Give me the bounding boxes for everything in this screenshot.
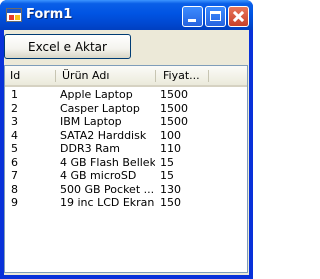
- maximize-icon: [210, 11, 221, 21]
- item-price: 100: [160, 128, 181, 142]
- item-price: 1500: [160, 88, 188, 101]
- item-id: 3: [11, 115, 18, 128]
- item-price: 150: [160, 196, 181, 209]
- item-price: 1500: [160, 115, 188, 128]
- column-divider[interactable]: [155, 70, 156, 82]
- list-item[interactable]: 9 19 inc LCD Ekran 150: [5, 196, 247, 210]
- list-item[interactable]: 7 4 GB microSD 15: [5, 169, 247, 183]
- item-id: 6: [11, 155, 18, 169]
- column-divider[interactable]: [208, 70, 209, 82]
- column-header-id[interactable]: Id: [5, 66, 55, 85]
- item-id: 8: [11, 182, 18, 196]
- item-price: 15: [160, 155, 174, 169]
- item-id: 1: [11, 88, 18, 101]
- window-bottom-border[interactable]: [0, 275, 253, 279]
- title-bar[interactable]: Form1: [0, 0, 253, 30]
- list-rows: 1 Apple Laptop 1500 2 Casper Laptop 1500…: [5, 88, 247, 210]
- item-name: Apple Laptop: [60, 88, 133, 101]
- list-header: Id Ürün Adı Fiyat...: [5, 66, 247, 87]
- list-item[interactable]: 5 DDR3 Ram 110: [5, 142, 247, 156]
- maximize-button[interactable]: [205, 6, 226, 27]
- column-header-product-name[interactable]: Ürün Adı: [57, 66, 155, 85]
- item-name: 19 inc LCD Ekran: [60, 196, 155, 209]
- app-window: Form1 Excel e Aktar Id Ürün Adı Fiyat...: [0, 0, 253, 279]
- item-name: 4 GB microSD: [60, 169, 137, 182]
- item-id: 7: [11, 169, 18, 182]
- item-name: IBM Laptop: [60, 115, 122, 128]
- item-id: 2: [11, 101, 18, 115]
- item-name: DDR3 Ram: [60, 142, 120, 155]
- list-item[interactable]: 2 Casper Laptop 1500: [5, 102, 247, 116]
- window-title: Form1: [26, 7, 73, 22]
- item-id: 9: [11, 196, 18, 209]
- item-price: 1500: [160, 101, 188, 115]
- list-item[interactable]: 1 Apple Laptop 1500: [5, 88, 247, 102]
- list-item[interactable]: 8 500 GB Pocket ... 130: [5, 183, 247, 197]
- export-to-excel-button[interactable]: Excel e Aktar: [4, 34, 131, 59]
- item-id: 5: [11, 142, 18, 155]
- item-name: SATA2 Harddisk: [60, 128, 147, 142]
- app-icon[interactable]: [6, 8, 22, 22]
- list-item[interactable]: 4 SATA2 Harddisk 100: [5, 129, 247, 143]
- close-icon: [229, 7, 248, 26]
- item-price: 110: [160, 142, 181, 155]
- minimize-button[interactable]: [182, 6, 203, 27]
- item-id: 4: [11, 128, 18, 142]
- item-price: 15: [160, 169, 174, 182]
- item-name: 500 GB Pocket ...: [60, 182, 155, 196]
- item-name: 4 GB Flash Bellek: [60, 155, 155, 169]
- item-name: Casper Laptop: [60, 101, 140, 115]
- list-item[interactable]: 6 4 GB Flash Bellek 15: [5, 156, 247, 170]
- list-item[interactable]: 3 IBM Laptop 1500: [5, 115, 247, 129]
- form-client-area: Excel e Aktar Id Ürün Adı Fiyat... 1 App…: [4, 30, 249, 275]
- products-list-view[interactable]: Id Ürün Adı Fiyat... 1 Apple Laptop 1500…: [4, 65, 248, 273]
- minimize-icon: [188, 19, 196, 22]
- column-divider[interactable]: [55, 70, 56, 82]
- column-header-price[interactable]: Fiyat...: [158, 66, 208, 85]
- item-price: 130: [160, 182, 181, 196]
- close-button[interactable]: [228, 6, 249, 27]
